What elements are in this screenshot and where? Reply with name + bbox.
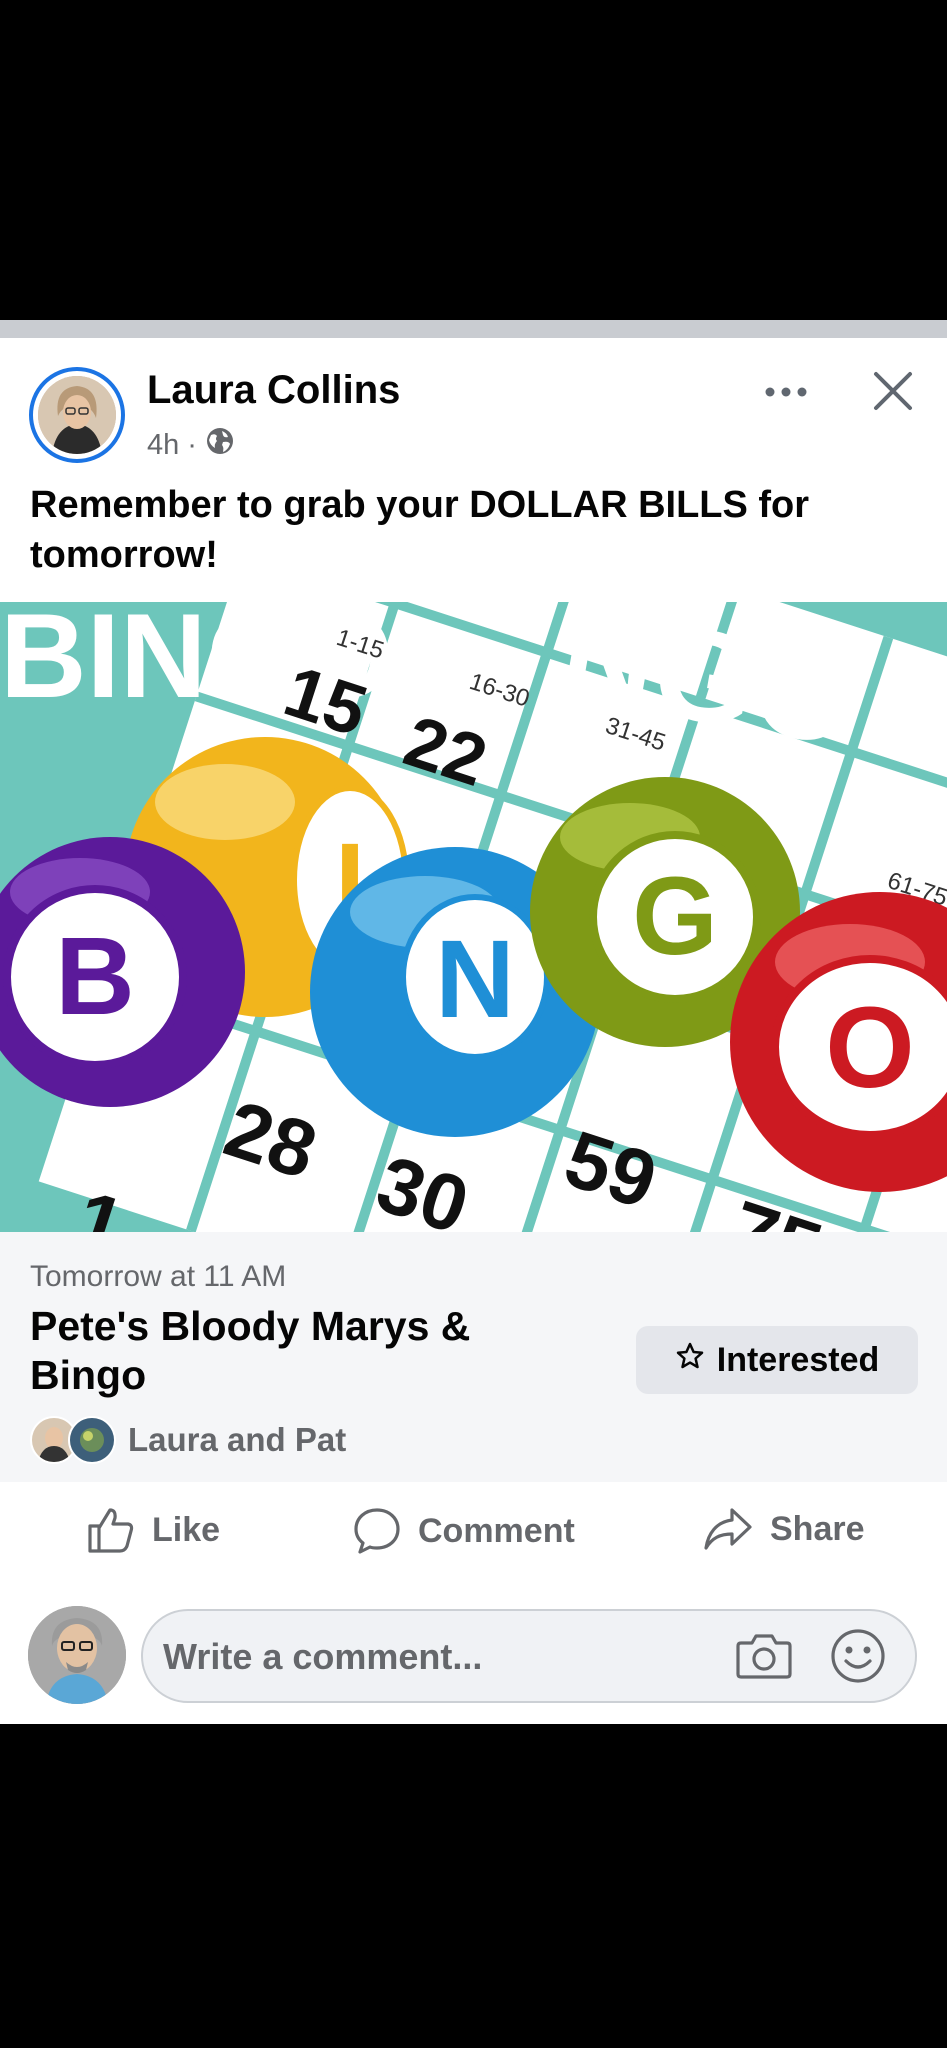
interested-label: Interested bbox=[716, 1340, 880, 1379]
like-icon bbox=[88, 1508, 134, 1553]
emoji-button[interactable] bbox=[829, 1627, 887, 1685]
comment-icon bbox=[354, 1508, 400, 1554]
comment-composer bbox=[0, 1596, 947, 1706]
attendees-label: Laura and Pat bbox=[128, 1421, 347, 1458]
svg-text:G: G bbox=[632, 855, 718, 978]
attendee-avatar-pat bbox=[68, 1416, 116, 1464]
emoji-icon bbox=[831, 1629, 885, 1683]
share-icon bbox=[704, 1508, 752, 1550]
event-time: Tomorrow at 11 AM bbox=[30, 1260, 287, 1293]
meta-separator: · bbox=[187, 428, 197, 461]
share-button[interactable]: Share bbox=[702, 1506, 865, 1552]
close-button[interactable] bbox=[870, 368, 916, 414]
interested-button[interactable]: Interested bbox=[636, 1326, 918, 1394]
post-time[interactable]: 4h bbox=[147, 429, 179, 462]
author-name[interactable]: Laura Collins bbox=[147, 368, 400, 413]
feed-separator bbox=[0, 320, 947, 338]
post-meta: 4h · bbox=[147, 426, 235, 464]
author-avatar[interactable] bbox=[29, 367, 125, 463]
like-label: Like bbox=[152, 1510, 221, 1549]
camera-icon bbox=[736, 1634, 792, 1679]
camera-button[interactable] bbox=[735, 1629, 793, 1683]
svg-text:O: O bbox=[825, 984, 914, 1112]
comment-button[interactable]: Comment bbox=[352, 1506, 575, 1556]
post-actions: Like Comment Share bbox=[0, 1482, 947, 1582]
post-card: Laura Collins 4h · Remember to grab your… bbox=[0, 338, 947, 1724]
svg-text:N: N bbox=[435, 918, 514, 1041]
globe-icon bbox=[205, 426, 235, 464]
comment-label: Comment bbox=[418, 1511, 575, 1550]
event-title[interactable]: Pete's Bloody Marys & Bingo bbox=[30, 1302, 550, 1400]
more-options-button[interactable] bbox=[762, 372, 810, 412]
current-user-avatar[interactable] bbox=[28, 1606, 126, 1704]
post-text: Remember to grab your DOLLAR BILLS for t… bbox=[30, 484, 810, 576]
comment-input[interactable] bbox=[161, 1611, 705, 1703]
event-cover-image[interactable]: BINGO NGO 1-15 16-30 31-45 61-75 15 22 2… bbox=[0, 602, 947, 1232]
close-icon bbox=[874, 372, 912, 410]
author-photo bbox=[38, 376, 116, 454]
comment-box[interactable] bbox=[141, 1609, 917, 1703]
more-icon bbox=[765, 387, 807, 397]
svg-text:B: B bbox=[55, 915, 134, 1038]
star-icon bbox=[675, 1341, 705, 1380]
like-button[interactable]: Like bbox=[86, 1506, 220, 1554]
attendees[interactable]: Laura and Pat bbox=[30, 1416, 346, 1464]
event-details[interactable]: Tomorrow at 11 AM Pete's Bloody Marys & … bbox=[0, 1232, 947, 1482]
share-label: Share bbox=[770, 1509, 865, 1548]
